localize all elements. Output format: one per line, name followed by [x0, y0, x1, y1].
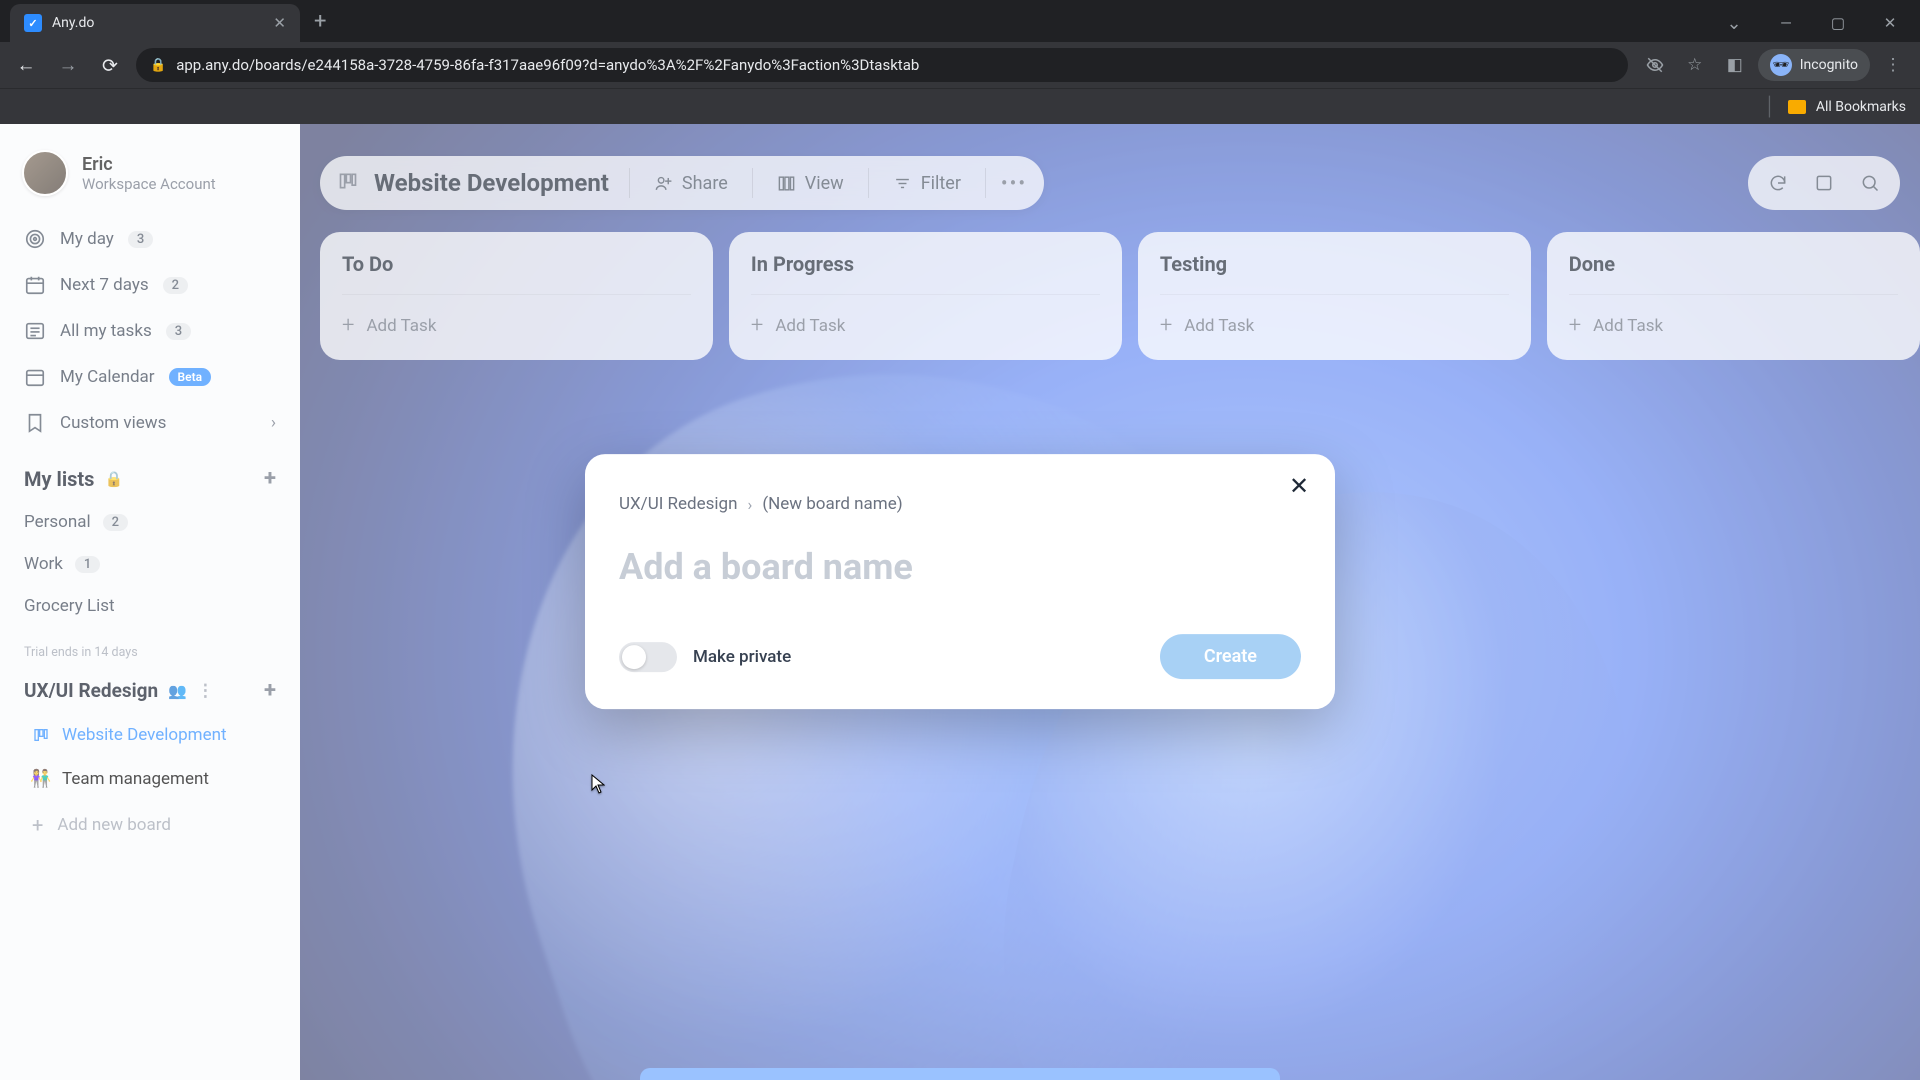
tracking-blocked-icon[interactable]: [1638, 48, 1672, 82]
create-button[interactable]: Create: [1160, 634, 1301, 679]
make-private-label: Make private: [693, 647, 791, 667]
browser-titlebar: ✓ Any.do ✕ + ⌄ — ▢ ✕: [0, 0, 1920, 42]
browser-menu-icon[interactable]: ⋮: [1876, 48, 1910, 82]
chevron-right-icon: ›: [748, 495, 753, 514]
maximize-icon[interactable]: ▢: [1816, 4, 1860, 42]
anydo-favicon: ✓: [24, 14, 42, 32]
address-bar[interactable]: 🔒 app.any.do/boards/e244158a-3728-4759-8…: [136, 48, 1628, 82]
extensions-icon[interactable]: ◧: [1718, 48, 1752, 82]
all-bookmarks-link[interactable]: All Bookmarks: [1816, 99, 1906, 115]
breadcrumb-current: (New board name): [762, 494, 902, 514]
incognito-indicator[interactable]: 🕶 Incognito: [1758, 49, 1870, 81]
back-button[interactable]: ←: [10, 49, 42, 81]
tab-search-icon[interactable]: ⌄: [1712, 4, 1756, 42]
tab-title: Any.do: [52, 15, 94, 31]
board-name-input[interactable]: [619, 540, 1301, 622]
lock-icon: 🔒: [150, 58, 166, 73]
breadcrumb-parent[interactable]: UX/UI Redesign: [619, 494, 738, 514]
close-modal-button[interactable]: ✕: [1283, 470, 1315, 502]
minimize-icon[interactable]: —: [1764, 4, 1808, 42]
reload-button[interactable]: ⟳: [94, 49, 126, 81]
incognito-label: Incognito: [1800, 57, 1858, 73]
browser-toolbar: ← → ⟳ 🔒 app.any.do/boards/e244158a-3728-…: [0, 42, 1920, 88]
close-tab-icon[interactable]: ✕: [273, 14, 286, 32]
new-tab-button[interactable]: +: [300, 9, 340, 34]
browser-tab[interactable]: ✓ Any.do ✕: [10, 4, 300, 42]
bookmarks-separator: │: [1765, 96, 1776, 117]
make-private-toggle[interactable]: [619, 642, 677, 672]
bookmarks-bar: │ All Bookmarks: [0, 88, 1920, 124]
bookmark-star-icon[interactable]: ☆: [1678, 48, 1712, 82]
url-text: app.any.do/boards/e244158a-3728-4759-86f…: [176, 56, 919, 74]
close-window-icon[interactable]: ✕: [1868, 4, 1912, 42]
folder-icon: [1788, 100, 1806, 114]
forward-button[interactable]: →: [52, 49, 84, 81]
breadcrumb: UX/UI Redesign › (New board name): [619, 494, 1301, 514]
window-controls: ⌄ — ▢ ✕: [1704, 4, 1920, 42]
new-board-modal: ✕ UX/UI Redesign › (New board name) Make…: [585, 454, 1335, 709]
incognito-icon: 🕶: [1770, 54, 1792, 76]
app-viewport: Eric Workspace Account My day 3 Next 7 d…: [0, 124, 1920, 1080]
